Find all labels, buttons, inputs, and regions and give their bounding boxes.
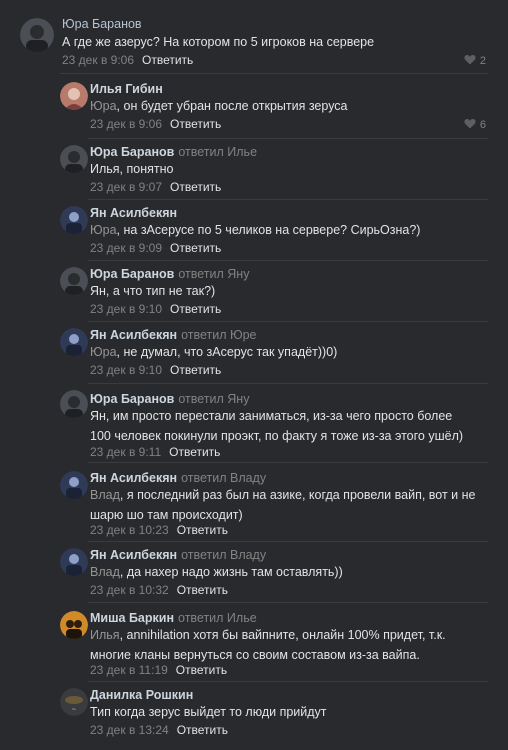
comment-reply: Ян Асилбекян Юра, на зАсерусе по 5 челик… bbox=[0, 200, 508, 262]
avatar[interactable]: ~ bbox=[60, 688, 88, 716]
like-count: 2 bbox=[479, 55, 486, 67]
reply-button[interactable]: Ответить bbox=[177, 523, 228, 537]
comment-date[interactable]: 23 дек в 9:06 bbox=[62, 53, 134, 67]
comment-text: Тип когда зерус выйдет то люди прийдут bbox=[90, 705, 327, 719]
comment-text: , он будет убран после открытия зеруса bbox=[116, 99, 348, 113]
avatar[interactable] bbox=[60, 390, 88, 418]
reply-button[interactable]: Ответить bbox=[177, 583, 228, 597]
like-button[interactable]: 6 bbox=[464, 118, 486, 132]
replied-to[interactable]: ответил Владу bbox=[181, 471, 266, 485]
comment-date[interactable]: 23 дек в 9:07 bbox=[90, 180, 162, 194]
comment-date[interactable]: 23 дек в 9:10 bbox=[90, 302, 162, 316]
comment-author[interactable]: Ян Асилбекян bbox=[90, 328, 177, 342]
comment-thread: Юра Баранов А где же азерус? На котором … bbox=[0, 0, 508, 750]
like-button[interactable]: 2 bbox=[464, 54, 486, 68]
comment-reply: Илья Гибин Юра, он будет убран после отк… bbox=[0, 74, 508, 136]
comment-reply: Юра Баранов ответил Илье Илья, понятно 23… bbox=[0, 139, 508, 201]
comment-date[interactable]: 23 дек в 10:23 bbox=[90, 523, 169, 537]
mention-link[interactable]: Влад bbox=[90, 565, 120, 579]
avatar[interactable] bbox=[60, 267, 88, 295]
mention-link[interactable]: Юра bbox=[90, 223, 117, 237]
comment-author[interactable]: Ян Асилбекян bbox=[90, 206, 177, 220]
comment-reply: Миша Баркин ответил Илье Илья, annihilati… bbox=[0, 603, 508, 683]
comment-text: Илья, понятно bbox=[90, 162, 174, 176]
avatar[interactable] bbox=[60, 145, 88, 173]
comment-reply: Ян Асилбекян ответил Юре Юра, не думал, ч… bbox=[0, 322, 508, 384]
comment-author[interactable]: Юра Баранов bbox=[90, 392, 174, 406]
reply-button[interactable]: Ответить bbox=[170, 302, 221, 316]
replied-to[interactable]: ответил Илье bbox=[178, 145, 257, 159]
comment-date[interactable]: 23 дек в 9:06 bbox=[90, 117, 162, 131]
comment-author[interactable]: Юра Баранов bbox=[90, 145, 174, 159]
avatar[interactable] bbox=[60, 328, 88, 356]
comment-author[interactable]: Ян Асилбекян bbox=[90, 548, 177, 562]
replied-to[interactable]: ответил Илье bbox=[178, 611, 257, 625]
comment-date[interactable]: 23 дек в 9:09 bbox=[90, 241, 162, 255]
comment-text: , на зАсерусе по 5 челиков на сервере? С… bbox=[116, 223, 421, 237]
comment-text: А где же азерус? На котором по 5 игроков… bbox=[62, 35, 375, 49]
comment-author[interactable]: Данилка Рошкин bbox=[90, 688, 193, 702]
comment-reply: ~ Данилка Рошкин Тип когда зерус выйдет … bbox=[0, 682, 508, 750]
avatar[interactable] bbox=[60, 206, 88, 234]
comment-date[interactable]: 23 дек в 10:32 bbox=[90, 583, 169, 597]
heart-icon bbox=[464, 54, 476, 68]
mention-link[interactable]: Юра bbox=[90, 345, 117, 359]
comment-text: , не думал, что зАсерус так упадёт))0) bbox=[116, 345, 338, 359]
like-count: 6 bbox=[479, 119, 486, 131]
avatar[interactable] bbox=[60, 471, 88, 499]
reply-button[interactable]: Ответить bbox=[170, 363, 221, 377]
comment-date[interactable]: 23 дек в 13:24 bbox=[90, 723, 169, 737]
replied-to[interactable]: ответил Владу bbox=[181, 548, 266, 562]
mention-link[interactable]: Влад bbox=[90, 488, 120, 502]
replied-to[interactable]: ответил Юре bbox=[181, 328, 256, 342]
reply-button[interactable]: Ответить bbox=[170, 180, 221, 194]
comment-author[interactable]: Илья Гибин bbox=[90, 82, 163, 96]
comment-author[interactable]: Миша Баркин bbox=[90, 611, 174, 625]
reply-button[interactable]: Ответить bbox=[142, 53, 193, 67]
reply-button[interactable]: Ответить bbox=[170, 241, 221, 255]
avatar[interactable] bbox=[20, 18, 54, 52]
comment-date[interactable]: 23 дек в 9:11 bbox=[90, 445, 161, 459]
mention-link[interactable]: Юра bbox=[90, 99, 117, 113]
replied-to[interactable]: ответил Яну bbox=[178, 392, 249, 406]
comment-author[interactable]: Юра Баранов bbox=[62, 17, 142, 31]
reply-button[interactable]: Ответить bbox=[169, 445, 220, 459]
reply-button[interactable]: Ответить bbox=[177, 723, 228, 737]
svg-text:~: ~ bbox=[71, 706, 76, 713]
avatar[interactable] bbox=[60, 548, 88, 576]
comment-text: , я последний раз был на азике, когда пр… bbox=[90, 488, 476, 522]
replied-to[interactable]: ответил Яну bbox=[178, 267, 249, 281]
heart-icon bbox=[464, 118, 476, 132]
comment-text: , да нахер надо жизнь там оставлять)) bbox=[119, 565, 343, 579]
reply-button[interactable]: Ответить bbox=[176, 663, 227, 677]
comment-author[interactable]: Юра Баранов bbox=[90, 267, 174, 281]
comment-date[interactable]: 23 дек в 9:10 bbox=[90, 363, 162, 377]
comment-text: , annihilation хотя бы вайпните, онлайн … bbox=[90, 628, 446, 662]
comment-reply: Ян Асилбекян ответил Владу Влад, я послед… bbox=[0, 463, 508, 543]
comment-text: Ян, а что тип не так?) bbox=[90, 284, 216, 298]
comment-reply: Юра Баранов ответил Яну Ян, им просто пер… bbox=[0, 384, 508, 464]
comment-top-level: Юра Баранов А где же азерус? На котором … bbox=[0, 0, 508, 72]
comment-reply: Юра Баранов ответил Яну Ян, а что тип не … bbox=[0, 261, 508, 323]
comment-author[interactable]: Ян Асилбекян bbox=[90, 471, 177, 485]
avatar[interactable] bbox=[60, 611, 88, 639]
mention-link[interactable]: Илья bbox=[90, 628, 120, 642]
comment-text: Ян, им просто перестали заниматься, из-з… bbox=[90, 409, 464, 443]
comment-reply: Ян Асилбекян ответил Владу Влад, да нахер… bbox=[0, 542, 508, 604]
reply-button[interactable]: Ответить bbox=[170, 117, 221, 131]
avatar[interactable] bbox=[60, 82, 88, 110]
comment-date[interactable]: 23 дек в 11:19 bbox=[90, 663, 168, 677]
